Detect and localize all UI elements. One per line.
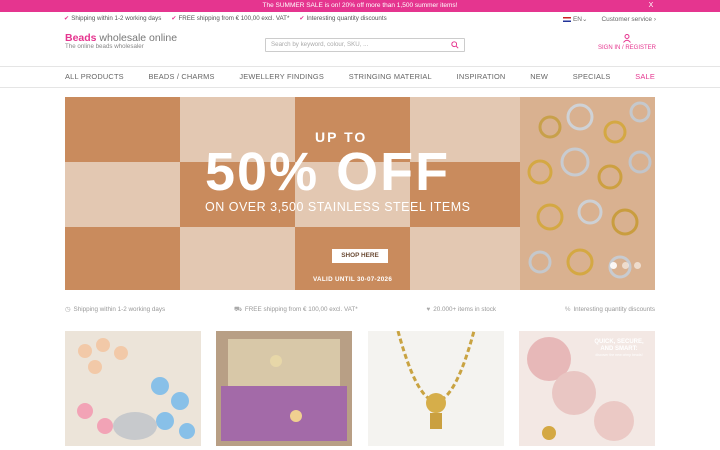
user-icon: [623, 34, 631, 43]
crimp-card-subtitle: discover the new crimp beads!: [595, 353, 643, 357]
checker-tile: [180, 227, 295, 290]
promo-text[interactable]: The SUMMER SALE is on! 20% off more than…: [263, 2, 458, 9]
crimp-card-caption: QUICK, SECURE, AND SMART: discover the n…: [589, 339, 649, 358]
check-icon: ✔: [171, 15, 177, 22]
truck-icon: ⛟: [233, 306, 242, 313]
category-card-beads[interactable]: [65, 331, 201, 446]
shop-here-button[interactable]: SHOP HERE: [332, 249, 388, 263]
slider-dot[interactable]: [622, 262, 629, 269]
promo-bar[interactable]: The SUMMER SALE is on! 20% off more than…: [0, 0, 720, 12]
slider-dot[interactable]: [610, 262, 617, 269]
check-icon: ✔: [64, 15, 70, 22]
usp-item: ♥ 20.000+ items in stock: [426, 306, 497, 313]
account-label: SIGN IN / REGISTER: [597, 45, 656, 51]
search-input[interactable]: Search by keyword, colour, SKU, ...: [265, 38, 465, 52]
checker-tile: [65, 227, 180, 290]
nav-item-all-products[interactable]: ALL PRODUCTS: [65, 67, 124, 87]
chevron-right-icon: ›: [653, 15, 656, 23]
beads-image: [65, 331, 201, 446]
customer-service-link[interactable]: Customer service ›: [601, 16, 656, 23]
uk-flag-icon: [562, 16, 571, 22]
usp-bar: ◷ Shipping within 1-2 working days ⛟ FREE …: [65, 306, 655, 314]
hero-banner[interactable]: UP TO 50% OFF ON OVER 3,500 STAINLESS ST…: [65, 97, 655, 290]
usp-top-item: ✔ Interesting quantity discounts: [299, 15, 387, 22]
heart-icon: ♥: [426, 306, 431, 313]
nav-item-new[interactable]: NEW: [530, 67, 548, 87]
category-card-necklace[interactable]: [367, 331, 504, 446]
checker-tile: [410, 227, 525, 290]
usp-item: ◷ Shipping within 1-2 working days: [65, 306, 166, 313]
hero-valid-until: VALID UNTIL 30-07-2026: [313, 276, 393, 283]
nav-item-specials[interactable]: SPECIALS: [573, 67, 611, 87]
top-utility-links: EN⌄ Customer service ›: [562, 15, 656, 23]
nav-item-sale[interactable]: SALE: [635, 67, 655, 87]
site-logo[interactable]: Beads wholesale online The online beads …: [65, 32, 177, 50]
account-link[interactable]: SIGN IN / REGISTER: [598, 34, 656, 51]
checker-tile: [65, 97, 180, 162]
nav-item-stringing-material[interactable]: STRINGING MATERIAL: [349, 67, 432, 87]
slider-dots: [610, 262, 641, 269]
usp-top-item: ✔ FREE shipping from € 100,00 excl. VAT*: [171, 15, 290, 22]
main-nav: ALL PRODUCTS BEADS / CHARMS JEWELLERY FI…: [0, 66, 720, 88]
close-icon[interactable]: X: [646, 0, 656, 12]
category-cards: QUICK, SECURE, AND SMART: discover the n…: [65, 331, 655, 446]
usp-top-bar: ✔ Shipping within 1-2 working days ✔ FREE …: [64, 15, 387, 22]
pouches-image: [216, 331, 353, 446]
chevron-down-icon: ⌄: [581, 16, 588, 23]
check-icon: ✔: [299, 15, 305, 22]
usp-item: % Interesting quantity discounts: [564, 306, 655, 313]
checker-tile: [65, 162, 180, 227]
slider-dot[interactable]: [634, 262, 641, 269]
necklace-image: [367, 331, 504, 446]
nav-item-jewellery-findings[interactable]: JEWELLERY FINDINGS: [239, 67, 324, 87]
category-card-pouches[interactable]: [216, 331, 353, 446]
percent-icon: %: [564, 306, 571, 313]
search-icon[interactable]: [451, 41, 459, 49]
nav-item-inspiration[interactable]: INSPIRATION: [457, 67, 506, 87]
clock-icon: ◷: [65, 306, 71, 313]
search-placeholder: Search by keyword, colour, SKU, ...: [271, 41, 369, 48]
hero-headline: 50% OFF: [205, 142, 451, 202]
hero-subline: ON OVER 3,500 STAINLESS STEEL ITEMS: [205, 200, 471, 214]
crimp-card-title: QUICK, SECURE, AND SMART:: [594, 339, 644, 352]
logo-tagline: The online beads wholesaler: [65, 43, 144, 50]
category-card-crimp-beads[interactable]: QUICK, SECURE, AND SMART: discover the n…: [518, 331, 655, 446]
language-selector[interactable]: EN⌄: [562, 15, 588, 23]
usp-item: ⛟ FREE shipping from € 100,00 excl. VAT*: [233, 306, 358, 313]
nav-item-beads-charms[interactable]: BEADS / CHARMS: [149, 67, 215, 87]
usp-top-item: ✔ Shipping within 1-2 working days: [64, 15, 162, 22]
